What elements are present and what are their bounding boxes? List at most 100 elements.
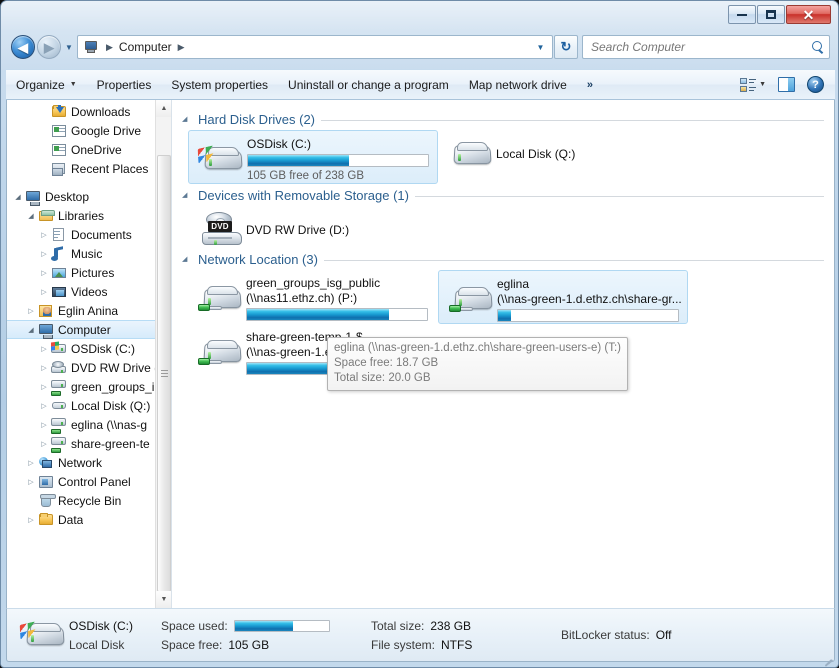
sidebar-item-downloads[interactable]: Downloads (7, 102, 171, 121)
drive-tile[interactable]: Local Disk (Q:) (438, 130, 688, 172)
maximize-icon (766, 10, 776, 19)
resize-grip[interactable] (823, 653, 835, 667)
scrollbar-grip-icon (160, 370, 168, 377)
history-dropdown-button[interactable]: ▼ (61, 36, 77, 58)
twisty-collapsed-icon[interactable]: ▷ (24, 459, 38, 467)
group-twisty-icon[interactable]: ◢ (182, 115, 192, 123)
sidebar-item-label: OneDrive (71, 142, 122, 157)
twisty-collapsed-icon[interactable]: ▷ (24, 478, 38, 486)
twisty-collapsed-icon[interactable]: ▷ (24, 516, 38, 524)
details-drive-icon (17, 614, 69, 656)
sidebar-item-libraries[interactable]: ◢ Libraries (7, 206, 171, 225)
show-preview-pane-button[interactable] (773, 73, 800, 97)
sidebar-item-osdisk-c[interactable]: ▷ OSDisk (C:) (7, 339, 171, 358)
capacity-bar (497, 309, 679, 322)
system-properties-button[interactable]: System properties (161, 73, 278, 97)
back-button[interactable]: ◀ (11, 35, 35, 59)
drive-tile[interactable]: eglina (\\nas-green-1.d.ethz.ch\share-gr.… (438, 270, 688, 324)
forward-button[interactable]: ▶ (37, 35, 61, 59)
toolbar-overflow-button[interactable]: » (577, 79, 603, 91)
twisty-collapsed-icon[interactable]: ▷ (37, 402, 51, 410)
close-button[interactable]: ✕ (786, 5, 831, 24)
change-view-button[interactable]: ▼ (735, 73, 771, 97)
twisty-expanded-icon[interactable]: ◢ (24, 212, 38, 220)
map-network-drive-label: Map network drive (468, 77, 567, 92)
twisty-collapsed-icon[interactable]: ▷ (37, 250, 51, 258)
sidebar-item-share-green-te[interactable]: ▷ share-green-te (7, 434, 171, 453)
sidebar-item-control-panel[interactable]: ▷ Control Panel (7, 472, 171, 491)
twisty-collapsed-icon[interactable]: ▷ (37, 440, 51, 448)
space-used-bar (233, 619, 330, 632)
twisty-collapsed-icon[interactable]: ▷ (37, 231, 51, 239)
twisty-collapsed-icon[interactable]: ▷ (37, 288, 51, 296)
twisty-collapsed-icon[interactable]: ▷ (37, 383, 51, 391)
twisty-collapsed-icon[interactable]: ▷ (37, 421, 51, 429)
scroll-down-button[interactable]: ▼ (156, 591, 171, 608)
sidebar-item-google-drive[interactable]: Google Drive (7, 121, 171, 140)
group-header-0[interactable]: ◢ Hard Disk Drives (2) (182, 108, 824, 130)
sidebar-item-network[interactable]: ▷ Network (7, 453, 171, 472)
drive-tile[interactable]: green_groups_isg_public (\\nas11.ethz.ch)… (188, 270, 438, 324)
sidebar-item-desktop[interactable]: ◢ Desktop (7, 187, 171, 206)
breadcrumb-separator-icon-2[interactable]: ▶ (174, 42, 189, 53)
help-button[interactable]: ? (802, 73, 829, 97)
chevron-down-icon: ▼ (759, 81, 766, 88)
uninstall-or-change-program-button[interactable]: Uninstall or change a program (278, 73, 459, 97)
sidebar-item-recent-places[interactable]: Recent Places (7, 159, 171, 178)
sidebar-item-eglina-nas-g[interactable]: ▷ eglina (\\nas-g (7, 415, 171, 434)
onedrive-icon (51, 142, 67, 158)
group-twisty-icon[interactable]: ◢ (182, 255, 192, 263)
group-twisty-icon[interactable]: ◢ (182, 191, 192, 199)
search-input[interactable] (591, 40, 811, 54)
map-network-drive-button[interactable]: Map network drive (459, 73, 577, 97)
group-rule (321, 119, 824, 121)
details-drive-type: Local Disk (69, 637, 125, 652)
bitlocker-label: BitLocker status: (561, 628, 650, 642)
address-bar[interactable]: ▶ Computer ▶ ▼ (77, 35, 553, 59)
sidebar-item-local-disk-q[interactable]: ▷ Local Disk (Q:) (7, 396, 171, 415)
sidebar-item-pictures[interactable]: ▷ Pictures (7, 263, 171, 282)
sidebar-item-dvd-rw-drive[interactable]: ▷ DVD RW Drive ( (7, 358, 171, 377)
sidebar-item-label: OSDisk (C:) (71, 341, 135, 356)
drive-name: DVD RW Drive (D:) (246, 223, 350, 237)
scroll-up-button[interactable]: ▲ (156, 100, 171, 117)
address-dropdown-button[interactable]: ▼ (532, 36, 549, 58)
twisty-collapsed-icon[interactable]: ▷ (37, 364, 51, 372)
refresh-button[interactable]: ↻ (554, 35, 578, 59)
twisty-collapsed-icon[interactable]: ▷ (24, 307, 38, 315)
twisty-expanded-icon[interactable]: ◢ (24, 326, 38, 334)
drive-tooltip: eglina (\\nas-green-1.d.ethz.ch\share-gr… (327, 337, 628, 391)
sidebar-item-recycle-bin[interactable]: Recycle Bin (7, 491, 171, 510)
sidebar-item-videos[interactable]: ▷ Videos (7, 282, 171, 301)
drive-name: OSDisk (C:) (247, 137, 311, 151)
hard-drive-icon (444, 130, 496, 176)
navigation-pane-scrollbar[interactable]: ▲ ▼ (155, 100, 171, 608)
sidebar-item-eglin-anina[interactable]: ▷ Eglin Anina (7, 301, 171, 320)
twisty-collapsed-icon[interactable]: ▷ (37, 345, 51, 353)
twisty-collapsed-icon[interactable]: ▷ (37, 269, 51, 277)
twisty-expanded-icon[interactable]: ◢ (11, 193, 25, 201)
sidebar-item-data[interactable]: ▷ Data (7, 510, 171, 529)
desktop-icon (25, 189, 41, 206)
details-size-column: Total size: 238 GB File system: NTFS (371, 618, 561, 652)
breadcrumb-computer[interactable]: Computer (117, 40, 174, 54)
group-header-1[interactable]: ◢ Devices with Removable Storage (1) (182, 184, 824, 206)
sidebar-item-green-groups-i[interactable]: ▷ green_groups_i (7, 377, 171, 396)
capacity-bar (247, 154, 429, 167)
network-drive-icon (51, 436, 67, 453)
group-title: Devices with Removable Storage (1) (198, 187, 409, 203)
drive-tile[interactable]: DVD DVD RW Drive (D:) (188, 206, 438, 248)
sidebar-item-onedrive[interactable]: OneDrive (7, 140, 171, 159)
group-header-2[interactable]: ◢ Network Location (3) (182, 248, 824, 270)
organize-button[interactable]: Organize ▼ (6, 73, 87, 97)
sidebar-item-computer[interactable]: ◢ Computer (7, 320, 171, 339)
sidebar-item-documents[interactable]: ▷ Documents (7, 225, 171, 244)
minimize-button[interactable] (728, 5, 756, 24)
scrollbar-thumb[interactable] (157, 155, 171, 592)
maximize-button[interactable] (757, 5, 785, 24)
search-box[interactable] (582, 35, 830, 59)
drive-tile[interactable]: OSDisk (C:) 105 GB free of 238 GB (188, 130, 438, 184)
properties-button[interactable]: Properties (87, 73, 162, 97)
chevron-down-icon: ▼ (69, 81, 77, 88)
sidebar-item-music[interactable]: ▷ Music (7, 244, 171, 263)
